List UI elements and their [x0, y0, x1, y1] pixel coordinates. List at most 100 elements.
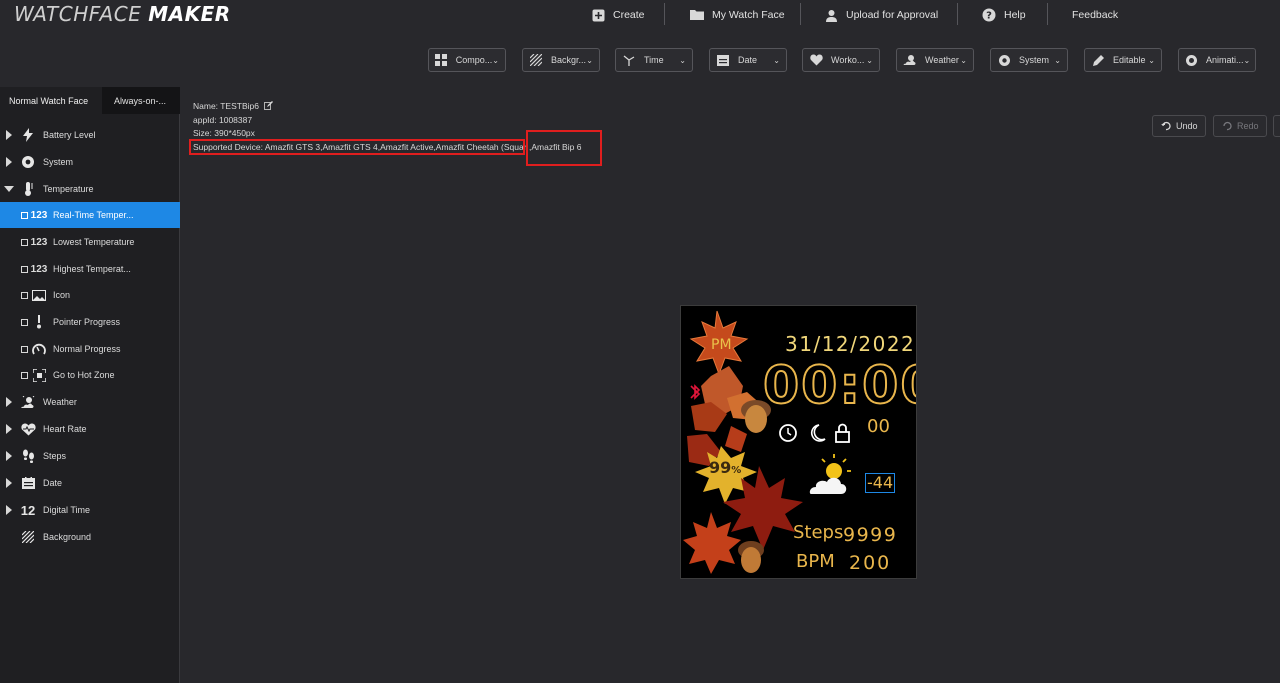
expand-caret-icon[interactable] [6, 157, 12, 167]
editable-dropdown[interactable]: Editable ⌄ [1084, 48, 1162, 72]
undo-button[interactable]: Undo [1152, 115, 1206, 137]
undo-icon [1161, 121, 1171, 131]
expand-caret-icon[interactable] [6, 451, 12, 461]
footsteps-icon [20, 448, 36, 464]
number-badge-icon: 123 [30, 209, 48, 221]
tree-item-pointer-progress[interactable]: Pointer Progress [0, 309, 180, 335]
gauge-icon [31, 342, 47, 356]
date-dropdown[interactable]: Date ⌄ [709, 48, 787, 72]
app-logo: WATCHFACE MAKER [14, 2, 231, 26]
tree-item-normal-progress[interactable]: Normal Progress [0, 336, 180, 362]
upload-nav[interactable]: Upload for Approval [825, 0, 938, 30]
time-dropdown[interactable]: Time ⌄ [615, 48, 693, 72]
tree-item-realtime-temperature[interactable]: 123 Real-Time Temper... [0, 202, 180, 228]
more-history-button[interactable] [1273, 115, 1280, 137]
bpm-label: BPM [796, 551, 835, 572]
redo-button[interactable]: Redo [1213, 115, 1267, 137]
time-display: 00:00 [762, 355, 916, 417]
chevron-down-icon: ⌄ [773, 55, 780, 65]
feedback-nav[interactable]: Feedback [1072, 0, 1118, 30]
tree-item-date[interactable]: Date [0, 470, 180, 496]
tree-item-background[interactable]: Background [0, 524, 180, 550]
number-badge-icon: 123 [30, 236, 48, 248]
bpm-value: 200 [849, 552, 892, 574]
animation-dropdown[interactable]: Animati... ⌄ [1178, 48, 1256, 72]
heart-icon [809, 53, 823, 67]
tree-item-heart-rate[interactable]: Heart Rate [0, 416, 180, 442]
expand-caret-icon[interactable] [6, 397, 12, 407]
expand-caret-icon[interactable] [6, 130, 12, 140]
highlight-box-bip6 [526, 130, 602, 166]
number-badge-icon: 123 [30, 263, 48, 275]
calendar-icon [716, 53, 730, 67]
weather-dropdown[interactable]: Weather ⌄ [896, 48, 974, 72]
tree-item-temperature[interactable]: Temperature [0, 176, 180, 202]
chevron-down-icon: ⌄ [586, 55, 593, 65]
checkbox[interactable] [21, 371, 28, 379]
expand-caret-icon[interactable] [6, 424, 12, 434]
temperature-display[interactable]: -44 [865, 473, 896, 493]
steps-value: 9999 [843, 524, 898, 546]
help-nav[interactable]: ? Help [982, 0, 1026, 30]
watchface-preview[interactable]: PM 31/12/2022 00:00 00 99% -44 Steps 999… [680, 305, 917, 579]
tree-item-hot-zone[interactable]: Go to Hot Zone [0, 362, 180, 388]
redo-icon [1223, 121, 1232, 131]
chevron-down-icon: ⌄ [866, 55, 873, 65]
expand-caret-icon[interactable] [6, 478, 12, 488]
weather-icon [903, 53, 917, 67]
folder-icon [690, 10, 704, 20]
user-icon [826, 9, 837, 22]
battery-display: 99% [709, 458, 742, 477]
checkbox[interactable] [21, 345, 28, 353]
svg-text:?: ? [986, 11, 992, 22]
tree-item-lowest-temperature[interactable]: 123 Lowest Temperature [0, 229, 180, 255]
tree-item-battery-level[interactable]: Battery Level [0, 122, 180, 148]
checkbox[interactable] [21, 291, 28, 299]
tab-always-on-display[interactable]: Always-on-... [102, 87, 180, 114]
components-dropdown[interactable]: Compo... ⌄ [428, 48, 506, 72]
tree-item-steps[interactable]: Steps [0, 443, 180, 469]
top-bar: WATCHFACE MAKER Create My Watch Face Upl… [0, 0, 1280, 30]
edit-name-icon[interactable] [264, 101, 274, 110]
checkbox[interactable] [21, 211, 28, 219]
tree-item-digital-time[interactable]: 12 Digital Time [0, 497, 180, 523]
heart-icon [20, 421, 36, 437]
tree-item-icon[interactable]: Icon [0, 282, 180, 308]
image-icon [31, 288, 47, 302]
gear-icon [20, 154, 36, 170]
help-icon: ? [982, 8, 996, 22]
checkbox[interactable] [21, 265, 28, 273]
pointer-icon [31, 315, 47, 329]
grid-icon [435, 53, 448, 67]
component-tree-panel: Normal Watch Face Always-on-... Battery … [0, 87, 180, 683]
chevron-down-icon: ⌄ [1054, 55, 1061, 65]
clock-hands-icon [622, 53, 636, 67]
checkbox[interactable] [21, 238, 28, 246]
tree-item-weather[interactable]: Weather [0, 389, 180, 415]
hatch-icon [529, 53, 543, 67]
chevron-down-icon: ⌄ [679, 55, 686, 65]
my-watch-face-nav[interactable]: My Watch Face [690, 0, 785, 30]
gear-icon [997, 53, 1011, 67]
highlight-box-devices [189, 139, 525, 155]
create-nav[interactable]: Create [592, 0, 645, 30]
hatch-icon [20, 529, 36, 545]
lightning-icon [20, 127, 36, 143]
background-dropdown[interactable]: Backgr... ⌄ [522, 48, 600, 72]
tree-item-system[interactable]: System [0, 149, 180, 175]
date-display: 31/12/2022 [785, 332, 916, 356]
chevron-down-icon: ⌄ [1243, 55, 1251, 65]
digital-twelve-icon: 12 [20, 502, 36, 518]
thermometer-icon [20, 181, 36, 197]
tab-normal-watch-face[interactable]: Normal Watch Face [0, 87, 102, 114]
expand-caret-icon[interactable] [6, 505, 12, 515]
checkbox[interactable] [21, 318, 28, 326]
system-dropdown[interactable]: System ⌄ [990, 48, 1068, 72]
steps-label: Steps [793, 522, 844, 543]
workout-dropdown[interactable]: Worko... ⌄ [802, 48, 880, 72]
animation-icon [1185, 53, 1198, 67]
collapse-caret-icon[interactable] [4, 186, 14, 192]
tree-item-highest-temperature[interactable]: 123 Highest Temperat... [0, 256, 180, 282]
seconds-display: 00 [867, 416, 890, 437]
ampm-label: PM [711, 337, 732, 353]
